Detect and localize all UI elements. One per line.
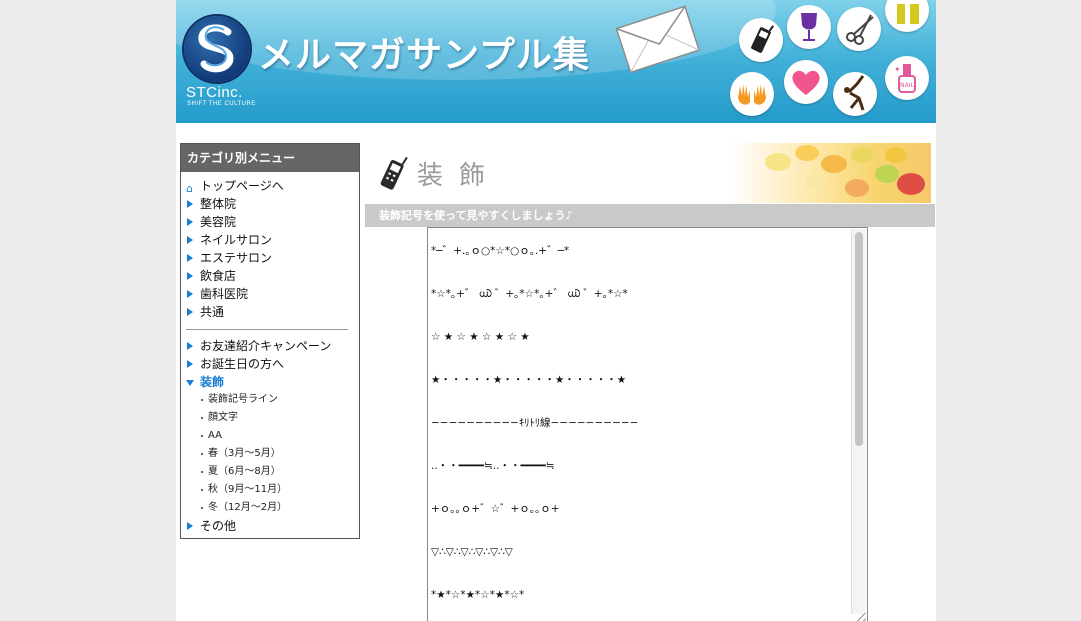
mobile-phone-icon <box>380 156 408 190</box>
nail-polish-icon: NAIL ✦ <box>885 56 929 100</box>
submenu-item-summer[interactable]: 夏（6月〜8月） <box>181 463 359 481</box>
site-title: メルマガサンプル集 <box>258 35 590 76</box>
textarea-line: ☆ ★ ☆ ★ ☆ ★ ☆ ★ <box>431 331 530 343</box>
bullet-icon <box>201 507 203 509</box>
gift-box-icon <box>885 0 929 32</box>
bullet-icon <box>201 489 203 491</box>
heart-icon <box>784 60 828 104</box>
submenu-item-kaomoji[interactable]: 顔文字 <box>181 409 359 427</box>
bullet-icon <box>201 453 203 455</box>
triangle-right-icon <box>187 254 193 262</box>
scrollbar-thumb[interactable] <box>855 232 863 446</box>
triangle-right-icon <box>187 236 193 244</box>
jelly-bean <box>897 173 925 195</box>
category-menu-list: ⌂ トップページへ 整体院 美容院 ネイルサロン エステサロン 飲食店 歯科医院 … <box>181 172 359 321</box>
triangle-right-icon <box>187 342 193 350</box>
menu-item-common[interactable]: 共通 <box>181 303 359 321</box>
section-subtitle: 装飾記号を使って見やすくしましょう♪ <box>365 204 935 227</box>
menu-item-friend-campaign[interactable]: お友達紹介キャンペーン <box>181 337 359 355</box>
jelly-bean <box>845 179 869 197</box>
triangle-right-icon <box>187 522 193 530</box>
hands-icon <box>730 72 774 116</box>
textarea-line: +ｏ｡｡ｏ+゛☆゛+ｏ｡｡ｏ+ <box>431 503 560 515</box>
page: STCinc. SHIFT THE CULTURE メルマガサンプル集 NAIL… <box>176 0 936 621</box>
jelly-bean <box>795 145 819 161</box>
logo-tagline: SHIFT THE CULTURE <box>187 101 256 107</box>
jelly-bean <box>851 147 873 163</box>
section-title: 装飾 <box>417 161 502 191</box>
bullet-icon <box>201 471 203 473</box>
menu-item-birthday[interactable]: お誕生日の方へ <box>181 355 359 373</box>
svg-text:✦: ✦ <box>894 65 901 74</box>
submenu-item-aa[interactable]: AA <box>181 427 359 445</box>
textarea-line: −−−−−−−−−−ｷﾘﾄﾘ線−−−−−−−−−− <box>431 417 639 429</box>
stretching-person-icon <box>833 72 877 116</box>
triangle-right-icon <box>187 272 193 280</box>
textarea-line: ★・・・・・★・・・・・★・・・・・★ <box>431 374 627 386</box>
section-header: 装飾 <box>365 143 931 203</box>
submenu-item-autumn[interactable]: 秋（9月〜11月） <box>181 481 359 499</box>
menu-item-top-page[interactable]: ⌂ トップページへ <box>181 177 359 195</box>
envelope-icon <box>615 5 701 74</box>
menu-item-decoration[interactable]: 装飾 <box>181 373 359 391</box>
triangle-right-icon <box>187 290 193 298</box>
svg-text:NAIL: NAIL <box>900 82 914 89</box>
triangle-down-icon <box>186 380 194 386</box>
menu-item-seitai[interactable]: 整体院 <box>181 195 359 213</box>
category-menu: カテゴリ別メニュー ⌂ トップページへ 整体院 美容院 ネイルサロン エステサロン… <box>180 143 360 539</box>
menu-item-nail-salon[interactable]: ネイルサロン <box>181 231 359 249</box>
jelly-bean <box>805 173 827 189</box>
bullet-icon <box>201 435 203 437</box>
jelly-bean <box>875 165 899 183</box>
submenu-item-spring[interactable]: 春（3月〜5月） <box>181 445 359 463</box>
menu-item-biyouin[interactable]: 美容院 <box>181 213 359 231</box>
mobile-phone-icon <box>739 18 783 62</box>
menu-item-esthe-salon[interactable]: エステサロン <box>181 249 359 267</box>
decoration-textarea[interactable]: *─゛+.｡ｏ○*☆*○ｏ｡.+゛─* *☆*｡+゛ ൘ ゛+｡*☆*｡+゛ ൘… <box>427 227 868 621</box>
wine-glass-icon <box>787 5 831 49</box>
stc-logo[interactable] <box>184 16 250 82</box>
scissors-icon <box>837 7 881 51</box>
textarea-line: *★*☆*★*☆*★*☆* <box>431 589 525 601</box>
header-banner: STCinc. SHIFT THE CULTURE メルマガサンプル集 NAIL… <box>176 0 936 123</box>
bullet-icon <box>201 417 203 419</box>
triangle-right-icon <box>187 200 193 208</box>
logo-name: STCinc. <box>186 84 243 101</box>
category-menu-list-2: お友達紹介キャンペーン お誕生日の方へ 装飾 <box>181 337 359 391</box>
menu-item-dental[interactable]: 歯科医院 <box>181 285 359 303</box>
textarea-scrollbar[interactable] <box>851 229 866 614</box>
bullet-icon <box>201 399 203 401</box>
triangle-right-icon <box>187 308 193 316</box>
jelly-bean <box>821 155 847 173</box>
textarea-content: *─゛+.｡ｏ○*☆*○ｏ｡.+゛─* *☆*｡+゛ ൘ ゛+｡*☆*｡+゛ ൘… <box>431 245 847 621</box>
jelly-bean <box>765 153 791 171</box>
textarea-line: *☆*｡+゛ ൘ ゛+｡*☆*｡+゛ ൘ ゛+｡*☆* <box>431 288 628 300</box>
jelly-bean <box>885 147 907 163</box>
resize-grip-icon[interactable] <box>854 613 866 621</box>
triangle-right-icon <box>187 218 193 226</box>
triangle-right-icon <box>187 360 193 368</box>
textarea-line: *─゛+.｡ｏ○*☆*○ｏ｡.+゛─* <box>431 245 570 257</box>
decoration-submenu: 装飾記号ライン 顔文字 AA 春（3月〜5月） 夏（6月〜8月） 秋（9月〜11… <box>181 391 359 517</box>
submenu-item-symbol-lines[interactable]: 装飾記号ライン <box>181 391 359 409</box>
category-menu-list-3: その他 <box>181 517 359 535</box>
textarea-line: ▽∴▽∴▽∴▽∴▽∴▽ <box>431 546 513 558</box>
submenu-item-winter[interactable]: 冬（12月〜2月） <box>181 499 359 517</box>
menu-item-other[interactable]: その他 <box>181 517 359 535</box>
category-menu-heading: カテゴリ別メニュー <box>181 144 359 172</box>
menu-divider <box>186 329 348 330</box>
textarea-line: ..・・━━━━≒..・・━━━━≒ <box>431 460 555 472</box>
menu-item-restaurant[interactable]: 飲食店 <box>181 267 359 285</box>
